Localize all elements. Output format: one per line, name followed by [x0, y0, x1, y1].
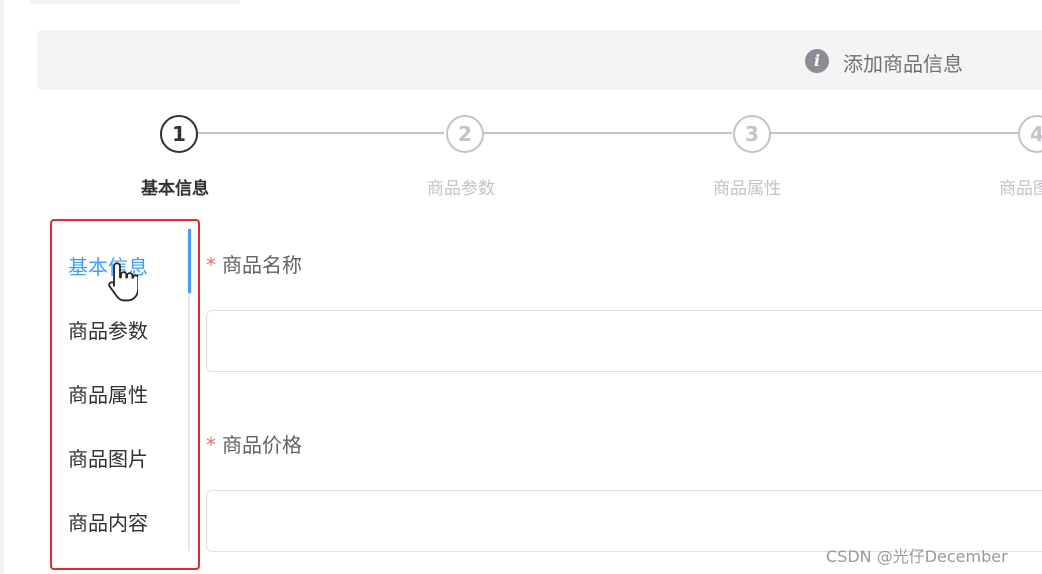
goods-name-input[interactable] [206, 310, 1042, 372]
tab-goods-params[interactable]: 商品参数 [68, 315, 148, 344]
step-connector [484, 132, 732, 134]
goods-name-label: * 商品名称 [206, 253, 302, 277]
tab-goods-images[interactable]: 商品图片 [68, 443, 148, 472]
tabs-active-indicator [188, 229, 191, 293]
step-1-label: 基本信息 [141, 179, 209, 199]
step-connector [198, 132, 444, 134]
tab-goods-attrs[interactable]: 商品属性 [68, 379, 148, 408]
watermark: CSDN @光仔December [826, 547, 1008, 566]
info-alert: i 添加商品信息 [37, 30, 1042, 90]
step-3-label: 商品属性 [713, 179, 781, 199]
vertical-tabs: 基本信息 商品参数 商品属性 商品图片 商品内容 [50, 219, 200, 570]
hand-cursor-icon [108, 262, 138, 302]
left-gutter [0, 0, 4, 574]
info-icon: i [805, 49, 829, 73]
step-2-label: 商品参数 [427, 179, 495, 199]
alert-text: 添加商品信息 [843, 52, 963, 76]
step-2-circle[interactable]: 2 [446, 115, 484, 153]
step-4-label: 商品图片 [999, 179, 1042, 199]
goods-price-label: * 商品价格 [206, 433, 302, 457]
step-4-circle[interactable]: 4 [1018, 115, 1042, 153]
tab-goods-content[interactable]: 商品内容 [68, 507, 148, 536]
step-connector [770, 132, 1018, 134]
step-3-circle[interactable]: 3 [733, 115, 771, 153]
top-tab-stub [30, 0, 240, 4]
steps-bar: 1 2 3 4 基本信息 商品参数 商品属性 商品图片 [0, 110, 1042, 210]
step-1-circle[interactable]: 1 [160, 115, 198, 153]
